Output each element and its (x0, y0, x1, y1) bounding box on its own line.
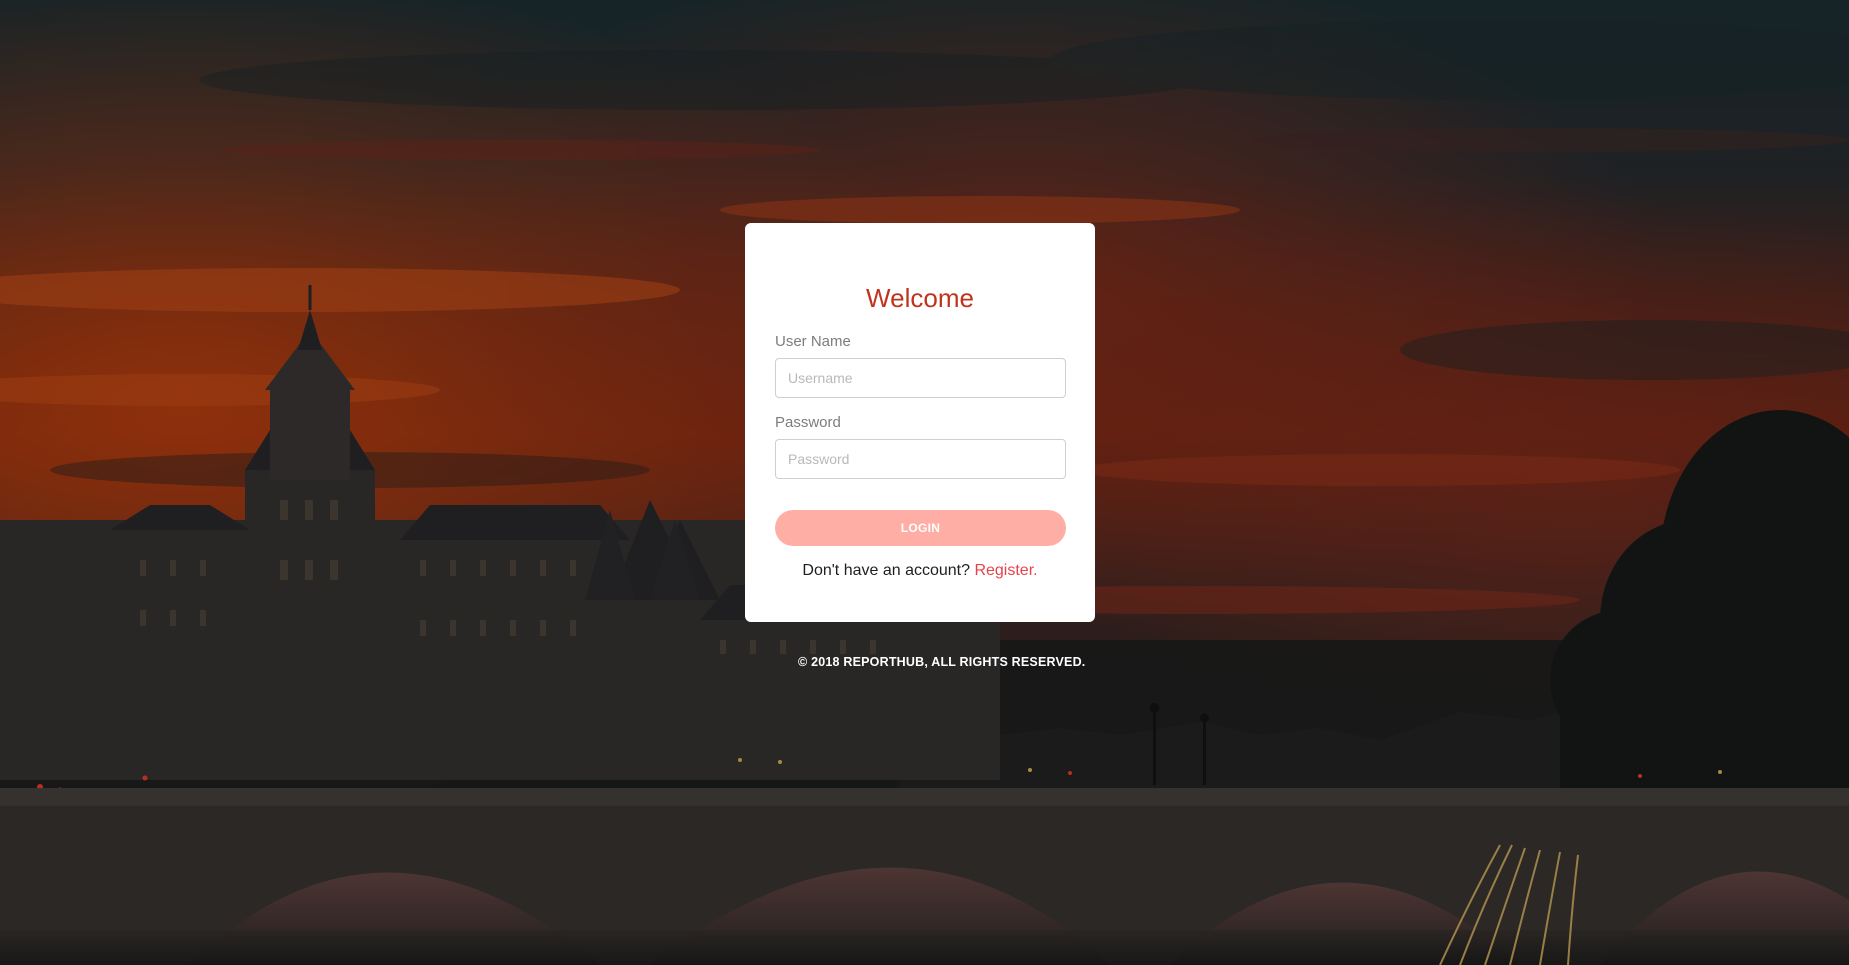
register-prompt: Don't have an account? (802, 562, 975, 579)
login-card: Welcome User Name Password LOGIN Don't h… (745, 223, 1095, 622)
welcome-title: Welcome (866, 283, 974, 313)
login-button[interactable]: LOGIN (775, 510, 1066, 546)
username-label: User Name (775, 333, 851, 350)
password-input[interactable] (775, 439, 1066, 479)
username-input[interactable] (775, 358, 1066, 398)
copyright-text: © 2018 REPORTHUB, ALL RIGHTS RESERVED. (798, 655, 1086, 669)
password-label: Password (775, 414, 841, 431)
register-link[interactable]: Register. (974, 562, 1037, 579)
register-line: Don't have an account? Register. (745, 562, 1095, 580)
